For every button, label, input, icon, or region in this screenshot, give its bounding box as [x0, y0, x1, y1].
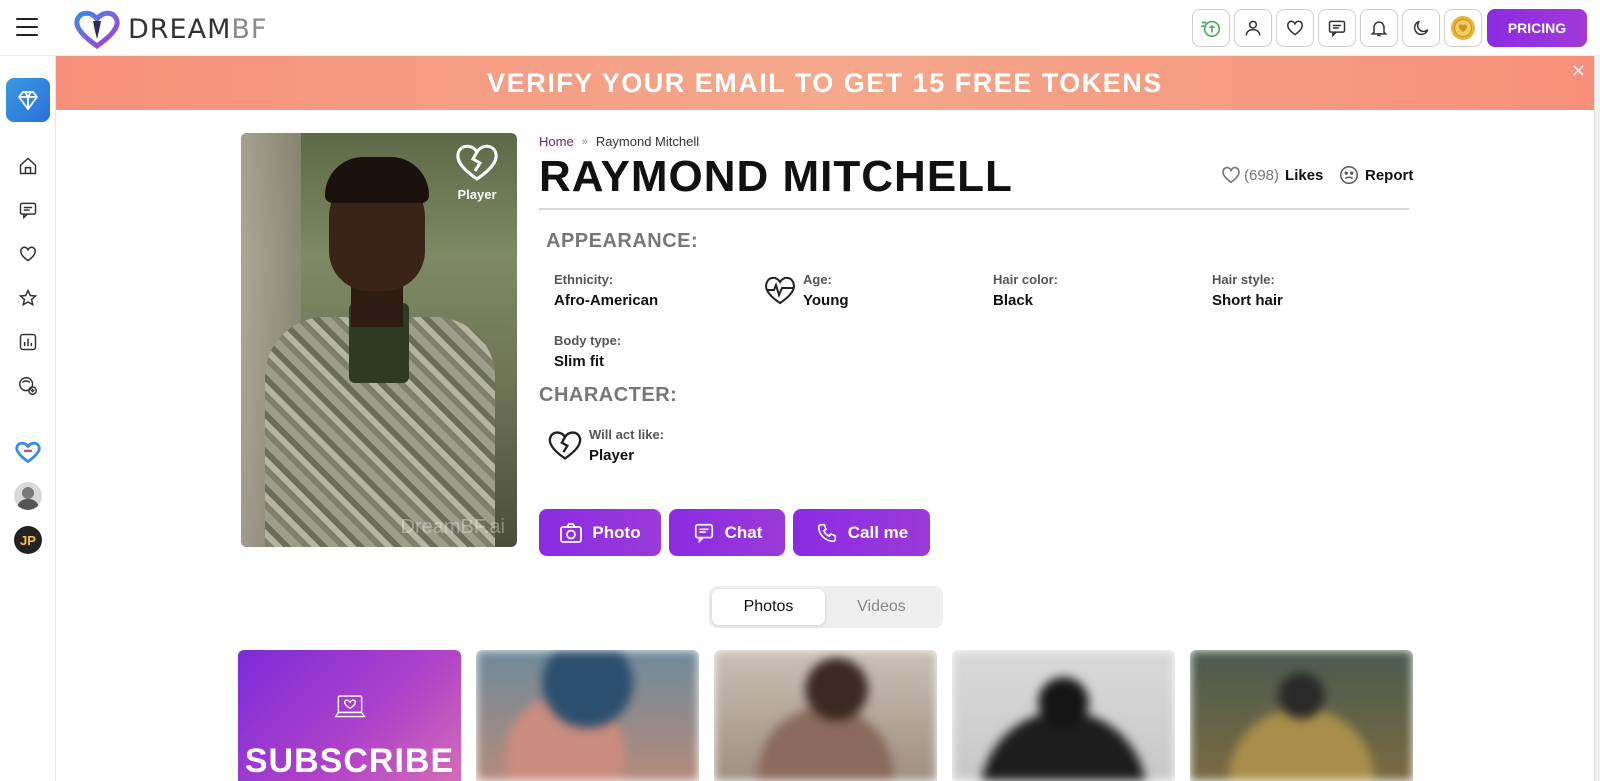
appearance-heading: APPEARANCE:: [546, 230, 699, 252]
camera-icon: [560, 522, 583, 543]
coin-icon[interactable]: [1444, 9, 1482, 47]
home-icon[interactable]: [14, 152, 42, 180]
likes-label: Likes: [1285, 166, 1324, 184]
subscribe-label: SUBSCRIBE: [244, 742, 455, 780]
verify-email-banner[interactable]: VERIFY YOUR EMAIL TO GET 15 FREE TOKENS …: [56, 56, 1594, 110]
banner-text: VERIFY YOUR EMAIL TO GET 15 FREE TOKENS: [487, 67, 1163, 98]
report-button[interactable]: Report: [1338, 164, 1413, 186]
pricing-button[interactable]: PRICING: [1487, 9, 1587, 47]
chat-icon[interactable]: [14, 196, 42, 224]
attr-hair-color: Hair color: Black: [993, 272, 1059, 309]
breadcrumb-home[interactable]: Home: [539, 134, 574, 149]
scrollbar[interactable]: [1594, 56, 1600, 781]
personality-badge: Player: [447, 141, 507, 202]
gallery-photo[interactable]: [1190, 650, 1413, 781]
breadcrumb-separator: »: [581, 135, 588, 148]
watermark: DreamBF.ai: [400, 516, 505, 538]
breadcrumb: Home » Raymond Mitchell: [539, 134, 699, 149]
attr-ethnicity: Ethnicity: Afro-American: [554, 272, 659, 309]
divider: [539, 208, 1409, 210]
heart-icon[interactable]: [14, 240, 42, 268]
attr-will-act-like: Will act like: Player: [589, 427, 665, 464]
heart-icon[interactable]: [1276, 9, 1314, 47]
star-icon[interactable]: [14, 284, 42, 312]
tab-videos[interactable]: Videos: [825, 589, 938, 625]
sidebar: JP: [0, 56, 56, 781]
call-me-button[interactable]: Call me: [793, 509, 930, 556]
attr-age: Age: Young: [803, 272, 849, 309]
laptop-heart-icon: [333, 695, 366, 718]
gallery-photo[interactable]: [476, 650, 699, 781]
profile-icon[interactable]: [1234, 9, 1272, 47]
broken-heart-icon: [456, 144, 498, 181]
menu-icon[interactable]: [16, 18, 38, 36]
sad-face-icon: [1340, 166, 1358, 184]
logo-heart-icon: [74, 10, 120, 49]
attr-body-type: Body type: Slim fit: [554, 333, 622, 370]
attr-hair-style: Hair style: Short hair: [1212, 272, 1283, 309]
broken-heart-icon: [548, 431, 582, 460]
character-avatar[interactable]: [14, 482, 42, 510]
breadcrumb-current: Raymond Mitchell: [595, 134, 700, 149]
bell-icon[interactable]: [1360, 9, 1398, 47]
generator-icon[interactable]: [14, 372, 42, 400]
likes-count: (698): [1244, 166, 1280, 184]
media-tabs: Photos Videos: [709, 586, 943, 628]
photo-button[interactable]: Photo: [539, 509, 661, 556]
companion-avatar[interactable]: [14, 438, 42, 466]
page-title: RAYMOND MITCHELL: [539, 152, 1013, 201]
gallery-photo[interactable]: [952, 650, 1175, 781]
messages-icon[interactable]: [1318, 9, 1356, 47]
report-label: Report: [1365, 166, 1414, 184]
likes-button[interactable]: (698) Likes: [1220, 164, 1323, 186]
character-portrait: Player DreamBF.ai: [241, 133, 517, 547]
character-heading: CHARACTER:: [539, 384, 678, 406]
chat-icon: [694, 523, 713, 543]
gallery-photo[interactable]: [714, 650, 937, 781]
user-avatar[interactable]: JP: [14, 526, 42, 554]
top-bar: DREAMBF PRICING: [0, 0, 1600, 56]
chat-button[interactable]: Chat: [669, 509, 785, 556]
phone-icon: [817, 523, 836, 542]
close-icon[interactable]: ×: [1571, 60, 1586, 81]
logo[interactable]: DREAMBF: [72, 9, 267, 49]
subscribe-card[interactable]: SUBSCRIBE: [238, 650, 461, 781]
premium-gem-icon[interactable]: [6, 78, 50, 122]
heart-icon: [1222, 166, 1240, 184]
moon-icon[interactable]: [1402, 9, 1440, 47]
heartbeat-heart-icon: [765, 276, 795, 305]
gallery-icon[interactable]: [14, 328, 42, 356]
tab-photos[interactable]: Photos: [712, 589, 825, 625]
tokens-icon[interactable]: [1192, 9, 1230, 47]
logo-text: DREAMBF: [128, 13, 268, 45]
